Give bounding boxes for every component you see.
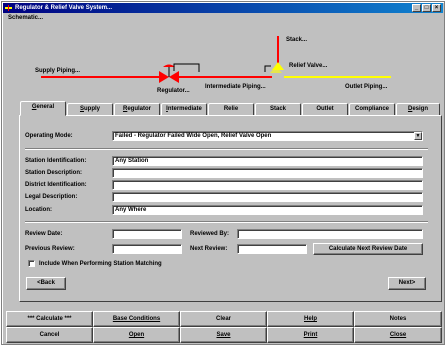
open-button[interactable]: Open bbox=[93, 327, 180, 343]
district-id-label: District Identification: bbox=[25, 182, 87, 188]
reviewed-by-field[interactable] bbox=[237, 229, 423, 239]
footer-toolbar: *** Calculate *** Base Conditions Clear … bbox=[6, 311, 442, 344]
clear-button[interactable]: Clear bbox=[180, 311, 267, 327]
review-date-field[interactable] bbox=[112, 229, 182, 239]
location-field[interactable]: Any Where bbox=[112, 205, 423, 215]
chevron-down-icon[interactable]: ▼ bbox=[414, 132, 422, 140]
relief-valve-label[interactable]: Relief Valve... bbox=[289, 63, 327, 69]
calculate-button[interactable]: *** Calculate *** bbox=[6, 311, 93, 327]
next-review-label: Next Review: bbox=[190, 246, 228, 252]
general-tab-panel: Operating Mode: Failed - Regulator Faile… bbox=[19, 115, 442, 302]
calculate-next-review-button[interactable]: Calculate Next Review Date bbox=[313, 243, 423, 255]
window-title: Regulator & Relief Valve System... bbox=[15, 5, 113, 11]
base-conditions-button[interactable]: Base Conditions bbox=[93, 311, 180, 327]
operating-mode-label: Operating Mode: bbox=[25, 133, 73, 139]
review-date-label: Review Date: bbox=[25, 231, 63, 237]
intermediate-piping-label[interactable]: Intermediate Piping... bbox=[205, 84, 266, 90]
divider bbox=[25, 148, 428, 150]
next-review-field[interactable] bbox=[237, 244, 307, 254]
help-button[interactable]: Help bbox=[267, 311, 354, 327]
outlet-piping-label[interactable]: Outlet Piping... bbox=[345, 84, 387, 90]
close-window-button[interactable]: × bbox=[432, 4, 441, 12]
notes-button[interactable]: Notes bbox=[354, 311, 442, 327]
operating-mode-select[interactable]: Failed - Regulator Failed Wide Open, Rel… bbox=[112, 131, 423, 141]
regulator-label[interactable]: Regulator... bbox=[157, 88, 190, 94]
include-matching-checkbox[interactable] bbox=[28, 260, 35, 267]
title-bar: Regulator & Relief Valve System... _ □ × bbox=[3, 3, 443, 13]
schematic-label: Schematic... bbox=[8, 15, 44, 21]
station-id-field[interactable]: Any Station bbox=[112, 156, 423, 166]
previous-review-label: Previous Review: bbox=[25, 246, 75, 252]
back-button[interactable]: <Back bbox=[26, 277, 66, 290]
station-desc-label: Station Description: bbox=[25, 170, 83, 176]
stack-label[interactable]: Stack... bbox=[286, 37, 307, 43]
next-button[interactable]: Next> bbox=[388, 277, 426, 290]
legal-desc-label: Legal Description: bbox=[25, 194, 78, 200]
supply-piping-label[interactable]: Supply Piping... bbox=[35, 68, 80, 74]
app-icon bbox=[5, 5, 12, 11]
tab-general[interactable]: General bbox=[20, 101, 66, 116]
station-desc-field[interactable] bbox=[112, 168, 423, 178]
regulator-valve-icon bbox=[159, 71, 169, 83]
include-matching-label: Include When Performing Station Matching bbox=[39, 261, 162, 267]
legal-desc-field[interactable] bbox=[112, 192, 423, 202]
minimize-button[interactable]: _ bbox=[412, 4, 421, 12]
previous-review-field[interactable] bbox=[112, 244, 182, 254]
maximize-button[interactable]: □ bbox=[422, 4, 431, 12]
district-id-field[interactable] bbox=[112, 180, 423, 190]
main-window: Regulator & Relief Valve System... _ □ ×… bbox=[1, 1, 445, 345]
save-button[interactable]: Save bbox=[180, 327, 267, 343]
cancel-button[interactable]: Cancel bbox=[6, 327, 93, 343]
location-label: Location: bbox=[25, 207, 52, 213]
divider bbox=[25, 221, 428, 223]
reviewed-by-label: Reviewed By: bbox=[190, 231, 230, 237]
print-button[interactable]: Print bbox=[267, 327, 354, 343]
station-id-label: Station Identification: bbox=[25, 158, 87, 164]
close-button[interactable]: Close bbox=[354, 327, 442, 343]
schematic-diagram: Stack... Relief Valve... Supply Piping..… bbox=[6, 24, 442, 94]
